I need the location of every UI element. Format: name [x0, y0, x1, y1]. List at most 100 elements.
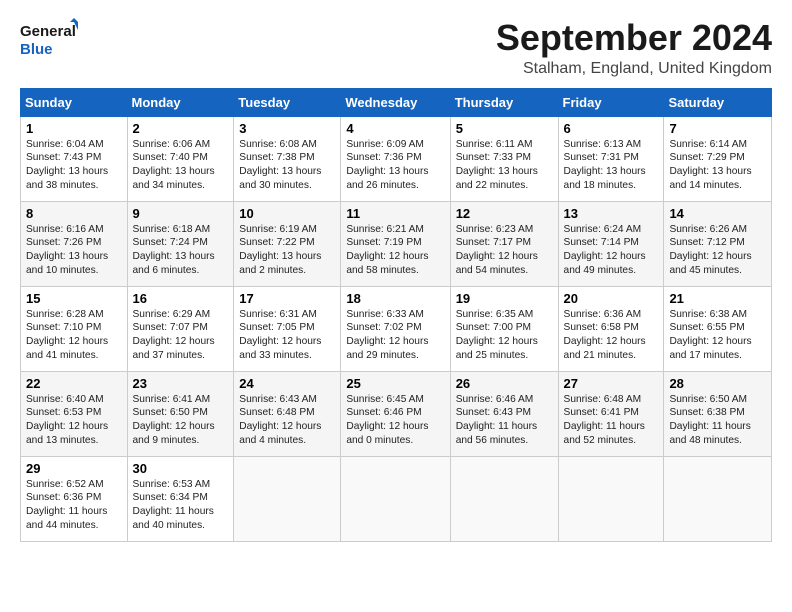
- calendar-cell: 27 Sunrise: 6:48 AMSunset: 6:41 PMDayligh…: [558, 371, 664, 456]
- day-info: Sunrise: 6:09 AMSunset: 7:36 PMDaylight:…: [346, 138, 444, 193]
- day-number: 7: [669, 121, 766, 136]
- day-number: 17: [239, 291, 335, 306]
- calendar-cell: [450, 456, 558, 541]
- day-info: Sunrise: 6:21 AMSunset: 7:19 PMDaylight:…: [346, 223, 444, 278]
- day-number: 22: [26, 376, 122, 391]
- day-info: Sunrise: 6:31 AMSunset: 7:05 PMDaylight:…: [239, 308, 335, 363]
- calendar-table: SundayMondayTuesdayWednesdayThursdayFrid…: [20, 88, 772, 542]
- calendar-cell: 22 Sunrise: 6:40 AMSunset: 6:53 PMDayligh…: [21, 371, 128, 456]
- day-number: 19: [456, 291, 553, 306]
- day-info: Sunrise: 6:53 AMSunset: 6:34 PMDaylight:…: [133, 478, 229, 533]
- day-number: 4: [346, 121, 444, 136]
- calendar-cell: [664, 456, 772, 541]
- day-info: Sunrise: 6:13 AMSunset: 7:31 PMDaylight:…: [564, 138, 659, 193]
- calendar-cell: 4 Sunrise: 6:09 AMSunset: 7:36 PMDaylight…: [341, 116, 450, 201]
- day-number: 11: [346, 206, 444, 221]
- day-info: Sunrise: 6:24 AMSunset: 7:14 PMDaylight:…: [564, 223, 659, 278]
- calendar-cell: 13Sunrise: 6:24 AMSunset: 7:14 PMDayligh…: [558, 201, 664, 286]
- day-info: Sunrise: 6:19 AMSunset: 7:22 PMDaylight:…: [239, 223, 335, 278]
- day-info: Sunrise: 6:41 AMSunset: 6:50 PMDaylight:…: [133, 393, 229, 448]
- day-number: 10: [239, 206, 335, 221]
- day-number: 2: [133, 121, 229, 136]
- calendar-cell: 18 Sunrise: 6:33 AMSunset: 7:02 PMDayligh…: [341, 286, 450, 371]
- day-info: Sunrise: 6:52 AMSunset: 6:36 PMDaylight:…: [26, 478, 122, 533]
- weekday-header-tuesday: Tuesday: [234, 88, 341, 116]
- day-info: Sunrise: 6:43 AMSunset: 6:48 PMDaylight:…: [239, 393, 335, 448]
- calendar-cell: 5 Sunrise: 6:11 AMSunset: 7:33 PMDaylight…: [450, 116, 558, 201]
- calendar-cell: [341, 456, 450, 541]
- day-number: 6: [564, 121, 659, 136]
- title-block: September 2024 Stalham, England, United …: [496, 18, 772, 78]
- day-info: Sunrise: 6:16 AMSunset: 7:26 PMDaylight:…: [26, 223, 122, 278]
- calendar-cell: 17 Sunrise: 6:31 AMSunset: 7:05 PMDayligh…: [234, 286, 341, 371]
- calendar-cell: 15Sunrise: 6:28 AMSunset: 7:10 PMDayligh…: [21, 286, 128, 371]
- day-number: 24: [239, 376, 335, 391]
- day-number: 9: [133, 206, 229, 221]
- day-info: Sunrise: 6:50 AMSunset: 6:38 PMDaylight:…: [669, 393, 766, 448]
- calendar-cell: 29 Sunrise: 6:52 AMSunset: 6:36 PMDayligh…: [21, 456, 128, 541]
- calendar-cell: 24 Sunrise: 6:43 AMSunset: 6:48 PMDayligh…: [234, 371, 341, 456]
- calendar-cell: 12Sunrise: 6:23 AMSunset: 7:17 PMDayligh…: [450, 201, 558, 286]
- calendar-cell: 7Sunrise: 6:14 AMSunset: 7:29 PMDaylight…: [664, 116, 772, 201]
- day-number: 3: [239, 121, 335, 136]
- day-info: Sunrise: 6:48 AMSunset: 6:41 PMDaylight:…: [564, 393, 659, 448]
- day-info: Sunrise: 6:18 AMSunset: 7:24 PMDaylight:…: [133, 223, 229, 278]
- day-number: 27: [564, 376, 659, 391]
- calendar-cell: 16 Sunrise: 6:29 AMSunset: 7:07 PMDayligh…: [127, 286, 234, 371]
- day-number: 29: [26, 461, 122, 476]
- day-number: 21: [669, 291, 766, 306]
- calendar-cell: 25Sunrise: 6:45 AMSunset: 6:46 PMDayligh…: [341, 371, 450, 456]
- day-number: 12: [456, 206, 553, 221]
- calendar-cell: 8Sunrise: 6:16 AMSunset: 7:26 PMDaylight…: [21, 201, 128, 286]
- calendar-cell: 21 Sunrise: 6:38 AMSunset: 6:55 PMDayligh…: [664, 286, 772, 371]
- day-info: Sunrise: 6:26 AMSunset: 7:12 PMDaylight:…: [669, 223, 766, 278]
- day-info: Sunrise: 6:45 AMSunset: 6:46 PMDaylight:…: [346, 393, 444, 448]
- day-number: 15: [26, 291, 122, 306]
- calendar-cell: 30 Sunrise: 6:53 AMSunset: 6:34 PMDayligh…: [127, 456, 234, 541]
- day-number: 18: [346, 291, 444, 306]
- day-number: 16: [133, 291, 229, 306]
- location-subtitle: Stalham, England, United Kingdom: [496, 60, 772, 78]
- calendar-cell: 10 Sunrise: 6:19 AMSunset: 7:22 PMDayligh…: [234, 201, 341, 286]
- day-info: Sunrise: 6:33 AMSunset: 7:02 PMDaylight:…: [346, 308, 444, 363]
- calendar-cell: 23Sunrise: 6:41 AMSunset: 6:50 PMDayligh…: [127, 371, 234, 456]
- weekday-header-sunday: Sunday: [21, 88, 128, 116]
- calendar-cell: 14 Sunrise: 6:26 AMSunset: 7:12 PMDayligh…: [664, 201, 772, 286]
- calendar-cell: 1 Sunrise: 6:04 AMSunset: 7:43 PMDaylight…: [21, 116, 128, 201]
- month-title: September 2024: [496, 18, 772, 58]
- calendar-cell: 28 Sunrise: 6:50 AMSunset: 6:38 PMDayligh…: [664, 371, 772, 456]
- day-info: Sunrise: 6:06 AMSunset: 7:40 PMDaylight:…: [133, 138, 229, 193]
- logo-svg: General Blue: [20, 18, 80, 63]
- weekday-header-thursday: Thursday: [450, 88, 558, 116]
- weekday-header-monday: Monday: [127, 88, 234, 116]
- calendar-cell: 20 Sunrise: 6:36 AMSunset: 6:58 PMDayligh…: [558, 286, 664, 371]
- day-number: 20: [564, 291, 659, 306]
- day-number: 30: [133, 461, 229, 476]
- day-number: 28: [669, 376, 766, 391]
- logo: General Blue: [20, 18, 80, 63]
- svg-text:Blue: Blue: [20, 41, 53, 58]
- calendar-cell: 6 Sunrise: 6:13 AMSunset: 7:31 PMDaylight…: [558, 116, 664, 201]
- svg-text:General: General: [20, 23, 76, 40]
- day-info: Sunrise: 6:11 AMSunset: 7:33 PMDaylight:…: [456, 138, 553, 193]
- day-number: 26: [456, 376, 553, 391]
- calendar-cell: 11 Sunrise: 6:21 AMSunset: 7:19 PMDayligh…: [341, 201, 450, 286]
- day-info: Sunrise: 6:36 AMSunset: 6:58 PMDaylight:…: [564, 308, 659, 363]
- day-info: Sunrise: 6:38 AMSunset: 6:55 PMDaylight:…: [669, 308, 766, 363]
- calendar-cell: 26 Sunrise: 6:46 AMSunset: 6:43 PMDayligh…: [450, 371, 558, 456]
- calendar-cell: 3Sunrise: 6:08 AMSunset: 7:38 PMDaylight…: [234, 116, 341, 201]
- day-number: 5: [456, 121, 553, 136]
- day-info: Sunrise: 6:29 AMSunset: 7:07 PMDaylight:…: [133, 308, 229, 363]
- day-info: Sunrise: 6:35 AMSunset: 7:00 PMDaylight:…: [456, 308, 553, 363]
- weekday-header-friday: Friday: [558, 88, 664, 116]
- page-header: General Blue September 2024 Stalham, Eng…: [20, 18, 772, 78]
- day-info: Sunrise: 6:04 AMSunset: 7:43 PMDaylight:…: [26, 138, 122, 193]
- calendar-cell: [234, 456, 341, 541]
- calendar-cell: [558, 456, 664, 541]
- day-info: Sunrise: 6:40 AMSunset: 6:53 PMDaylight:…: [26, 393, 122, 448]
- calendar-cell: 2 Sunrise: 6:06 AMSunset: 7:40 PMDaylight…: [127, 116, 234, 201]
- day-info: Sunrise: 6:46 AMSunset: 6:43 PMDaylight:…: [456, 393, 553, 448]
- day-number: 14: [669, 206, 766, 221]
- calendar-cell: 9 Sunrise: 6:18 AMSunset: 7:24 PMDaylight…: [127, 201, 234, 286]
- day-number: 1: [26, 121, 122, 136]
